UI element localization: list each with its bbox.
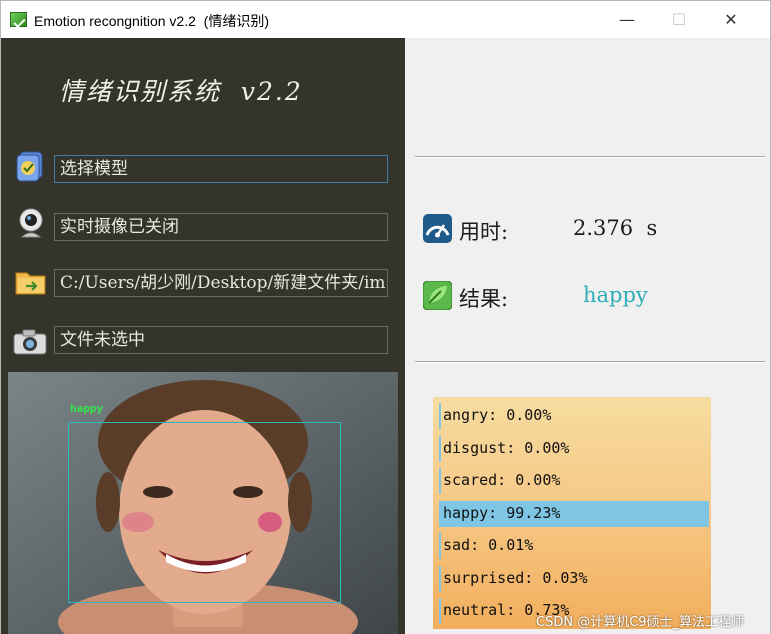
probability-bar xyxy=(439,468,441,494)
result-value: happy xyxy=(583,283,648,307)
webcam-icon[interactable] xyxy=(14,207,48,239)
probability-row: happy: 99.23% xyxy=(439,498,711,528)
probability-row: surprised: 0.03% xyxy=(439,563,711,593)
app-heading: 情绪识别系统 v2.2 xyxy=(59,77,303,106)
title-bar: Emotion recongnition v2.2 (情绪识别) — ☐ ✕ xyxy=(1,1,770,38)
app-icon xyxy=(10,12,27,27)
divider xyxy=(415,156,765,158)
model-select-icon[interactable] xyxy=(14,150,48,182)
probability-row: disgust: 0.00% xyxy=(439,433,711,463)
file-status-field[interactable]: 文件未选中 xyxy=(54,326,388,354)
close-button[interactable]: ✕ xyxy=(708,7,754,33)
probability-row: angry: 0.00% xyxy=(439,400,711,430)
folder-open-icon[interactable] xyxy=(14,265,48,297)
result-label: 结果: xyxy=(459,287,509,311)
control-panel: 情绪识别系统 v2.2 选择模型 实时摄像已关闭 C:/Users/胡少刚/De… xyxy=(1,38,405,634)
probability-label: happy: 99.23% xyxy=(443,503,561,522)
probability-label: surprised: 0.03% xyxy=(443,568,588,587)
probability-row: sad: 0.01% xyxy=(439,530,711,560)
camera-status-field[interactable]: 实时摄像已关闭 xyxy=(54,213,388,241)
probability-bar xyxy=(439,565,441,592)
probability-bar xyxy=(439,533,441,559)
probability-label: angry: 0.00% xyxy=(443,406,552,424)
face-detection-label: happy xyxy=(70,402,104,415)
image-preview: happy xyxy=(8,372,398,634)
probability-bar xyxy=(439,435,441,462)
time-value: 2.376 s xyxy=(573,216,658,240)
probability-bar xyxy=(439,598,441,624)
probability-label: sad: 0.01% xyxy=(443,536,534,554)
minimize-button[interactable]: — xyxy=(604,7,650,33)
image-path-field[interactable]: C:/Users/胡少刚/Desktop/新建文件夹/im xyxy=(54,269,388,297)
time-label: 用时: xyxy=(459,220,509,244)
probability-list: angry: 0.00% disgust: 0.00% scared: 0.00% h… xyxy=(433,397,711,629)
model-select-field[interactable]: 选择模型 xyxy=(54,155,388,183)
divider xyxy=(415,361,765,363)
watermark: CSDN @计算机C9硕士_算法工程师 xyxy=(536,615,745,630)
result-panel: 用时: 2.376 s 结果: happy angry: 0.00% disgus… xyxy=(405,38,770,634)
probability-label: scared: 0.00% xyxy=(443,471,561,489)
face-bounding-box xyxy=(68,422,341,603)
probability-label: disgust: 0.00% xyxy=(443,438,570,457)
probability-bar xyxy=(439,403,441,429)
window-title: Emotion recongnition v2.2 (情绪识别) xyxy=(34,13,269,29)
leaf-check-icon xyxy=(422,280,453,311)
probability-row: scared: 0.00% xyxy=(439,465,711,495)
app-window: Emotion recongnition v2.2 (情绪识别) — ☐ ✕ 情… xyxy=(0,0,771,634)
camera-icon[interactable] xyxy=(12,325,47,357)
maximize-button[interactable]: ☐ xyxy=(656,7,702,33)
speedometer-icon xyxy=(423,214,452,243)
